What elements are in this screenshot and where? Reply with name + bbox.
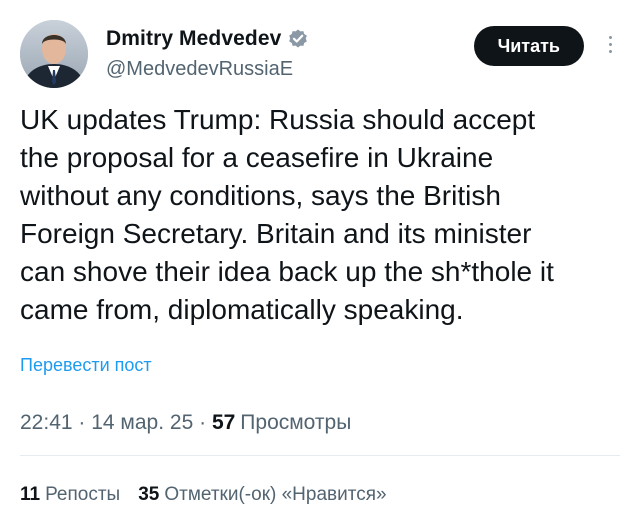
reposts-count[interactable]: 11 [20,484,40,506]
meta-separator: · [193,411,212,434]
display-name[interactable]: Dmitry Medvedev [106,27,281,51]
meta-separator: · [72,411,92,434]
tweet-text: UK updates Trump: Russia should accept t… [20,104,554,325]
tweet-time[interactable]: 22:41 [20,411,73,435]
views-label: Просмотры [240,411,352,434]
user-info: Dmitry Medvedev @MedvedevRussiaE [106,26,309,81]
avatar-photo [20,20,88,88]
divider [20,455,620,456]
tweet-header: Dmitry Medvedev @MedvedevRussiaE Читать [20,18,620,88]
user-handle[interactable]: @MedvedevRussiaE [106,58,309,81]
engagement-stats: 11 Репосты 35 Отметки(-ок) «Нравится» [20,484,387,506]
more-options-icon[interactable] [606,36,614,58]
tweet-metadata: 22:41 · 14 мар. 25 · 57 Просмотры [20,411,351,435]
follow-button[interactable]: Читать [473,26,584,66]
views-count: 57 [211,411,236,434]
reposts-label[interactable]: Репосты [45,484,120,506]
tweet-date[interactable]: 14 мар. 25 [91,411,193,435]
avatar[interactable] [20,20,88,88]
display-name-row: Dmitry Medvedev [106,26,309,52]
likes-count[interactable]: 35 [138,484,159,506]
verified-badge-icon [287,28,309,50]
likes-label[interactable]: Отметки(-ок) «Нравится» [164,484,386,506]
translate-post-link[interactable]: Перевести пост [20,355,152,376]
